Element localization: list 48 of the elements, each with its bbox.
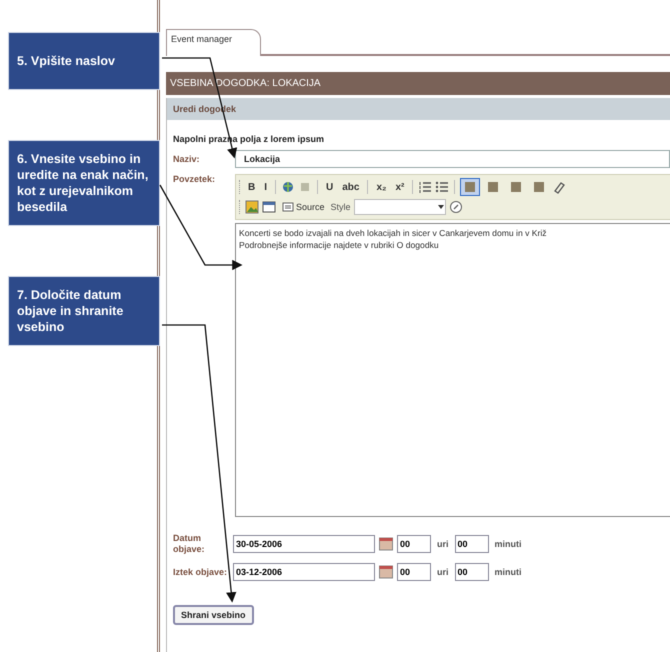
- section-header: VSEBINA DOGODKA: LOKACIJA: [166, 72, 670, 95]
- help-icon[interactable]: [448, 200, 463, 214]
- callout-box: 7. Določite datum objave in shranite vsebino: [8, 276, 160, 346]
- callout-box: 5. Vpišite naslov: [8, 32, 160, 90]
- calendar-icon[interactable]: [379, 537, 393, 551]
- unit-label: uri: [437, 539, 449, 549]
- field-label: Povzetek:: [173, 174, 216, 184]
- numbered-list-icon[interactable]: [418, 180, 432, 194]
- minute-field[interactable]: 00: [454, 563, 489, 581]
- align-icon: [509, 180, 524, 194]
- unit-label: minuti: [494, 567, 522, 577]
- format-button[interactable]: x²: [392, 180, 408, 194]
- bullet-list-icon[interactable]: [435, 180, 450, 194]
- title-field[interactable]: Lokacija: [235, 150, 670, 168]
- format-button[interactable]: U: [323, 180, 336, 194]
- style-label: Style: [330, 202, 351, 212]
- link-icon[interactable]: [281, 180, 296, 194]
- align-icon: [532, 180, 546, 194]
- field-label: Datum objave:: [173, 533, 206, 555]
- eraser-icon[interactable]: [552, 180, 566, 194]
- field-label: Naziv:: [173, 154, 201, 164]
- image-icon[interactable]: [245, 200, 259, 214]
- minute-field[interactable]: 00: [454, 535, 489, 553]
- calendar-icon[interactable]: [379, 565, 393, 579]
- editor-text-line: Podrobnejše informacije najdete v rubriki O dogodku: [239, 239, 440, 251]
- align-icon: [463, 180, 478, 194]
- document-icon: [282, 201, 294, 213]
- text-editor[interactable]: Koncerti se bodo izvajali na dveh lokacijah in sicer v Cankarjevem domu in v Križ Podrobnejše informacije najdete v rubriki O dogodku: [235, 223, 670, 517]
- source-button[interactable]: Source: [279, 199, 328, 215]
- date-field[interactable]: 30-05-2006: [233, 535, 375, 553]
- save-button[interactable]: Shrani vsebino: [173, 605, 254, 625]
- align-icon: [486, 180, 500, 194]
- table-icon[interactable]: [262, 200, 276, 214]
- format-button[interactable]: B: [245, 180, 258, 194]
- field-label: Iztek objave:: [173, 566, 228, 578]
- format-button[interactable]: abc: [339, 180, 362, 194]
- format-button[interactable]: I: [261, 180, 270, 194]
- hour-field[interactable]: 00: [397, 563, 431, 581]
- align-button[interactable]: [460, 178, 480, 196]
- editor-text-line: Koncerti se bodo izvajali na dveh lokacijah in sicer v Cankarjevem domu in v Križ: [239, 227, 548, 239]
- date-field[interactable]: 03-12-2006: [233, 563, 375, 581]
- format-button[interactable]: x₂: [373, 180, 390, 194]
- caret-icon: [436, 203, 445, 211]
- callout-box: 6. Vnesite vsebino in uredite na enak način, kot z urejevalnikom besedila: [8, 140, 160, 226]
- unit-label: minuti: [494, 539, 522, 549]
- tab[interactable]: Event manager: [166, 29, 262, 56]
- hour-field[interactable]: 00: [397, 535, 431, 553]
- unit-label: uri: [437, 567, 449, 577]
